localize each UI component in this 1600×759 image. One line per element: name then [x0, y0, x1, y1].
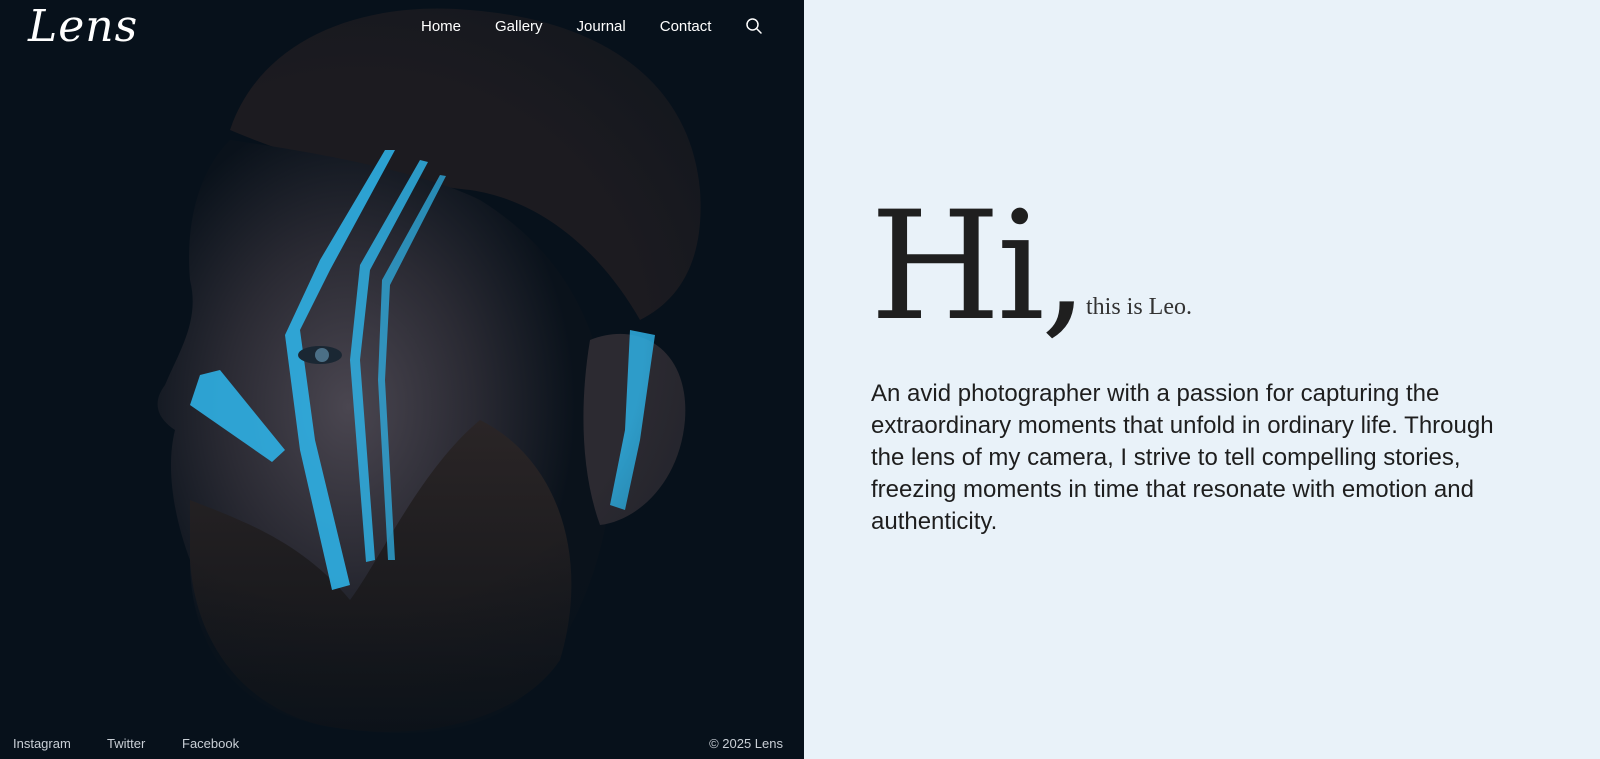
greeting-subtitle: this is Leo. [1086, 294, 1192, 320]
nav-journal[interactable]: Journal [577, 18, 626, 35]
hero-photo-panel: Lens Home Gallery Journal Contact Instag… [0, 0, 804, 759]
nav-home[interactable]: Home [421, 18, 461, 35]
nav-contact[interactable]: Contact [660, 18, 712, 35]
greeting-heading: Hi, [870, 180, 1088, 354]
nav-gallery[interactable]: Gallery [495, 18, 543, 35]
footer: Instagram Twitter Facebook © 2025 Lens [0, 729, 804, 759]
portrait-image [0, 0, 804, 759]
footer-link-instagram[interactable]: Instagram [13, 736, 71, 751]
site-logo[interactable]: Lens [28, 2, 138, 52]
footer-link-facebook[interactable]: Facebook [182, 736, 239, 751]
copyright-text: © 2025 Lens [709, 736, 783, 751]
search-icon[interactable] [745, 17, 763, 35]
footer-link-twitter[interactable]: Twitter [107, 736, 145, 751]
page: Lens Home Gallery Journal Contact Instag… [0, 0, 1600, 759]
main-nav: Home Gallery Journal Contact [421, 16, 763, 36]
bio-paragraph: An avid photographer with a passion for … [871, 380, 1494, 535]
